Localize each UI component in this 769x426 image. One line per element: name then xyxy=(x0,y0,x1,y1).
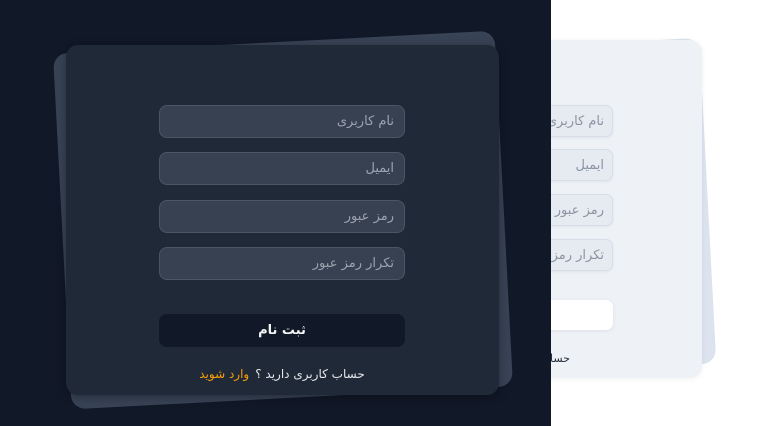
username-input[interactable] xyxy=(160,106,404,137)
register-button[interactable]: ثبت نام xyxy=(159,314,405,347)
login-prompt-text: حساب کاربری دارید ؟ xyxy=(255,367,365,381)
username-field[interactable] xyxy=(159,105,405,138)
email-field[interactable] xyxy=(159,152,405,185)
email-input[interactable] xyxy=(160,153,404,184)
dark-panel: ثبت نام حساب کاربری دارید ؟ وارد شوید xyxy=(0,0,551,426)
confirm-password-input[interactable] xyxy=(160,248,404,279)
password-input[interactable] xyxy=(160,201,404,232)
login-link[interactable]: وارد شوید xyxy=(199,367,249,381)
dark-register-card: ثبت نام حساب کاربری دارید ؟ وارد شوید xyxy=(66,45,499,395)
confirm-password-field[interactable] xyxy=(159,247,405,280)
password-field[interactable] xyxy=(159,200,405,233)
login-prompt: حساب کاربری دارید ؟ وارد شوید xyxy=(159,367,405,381)
